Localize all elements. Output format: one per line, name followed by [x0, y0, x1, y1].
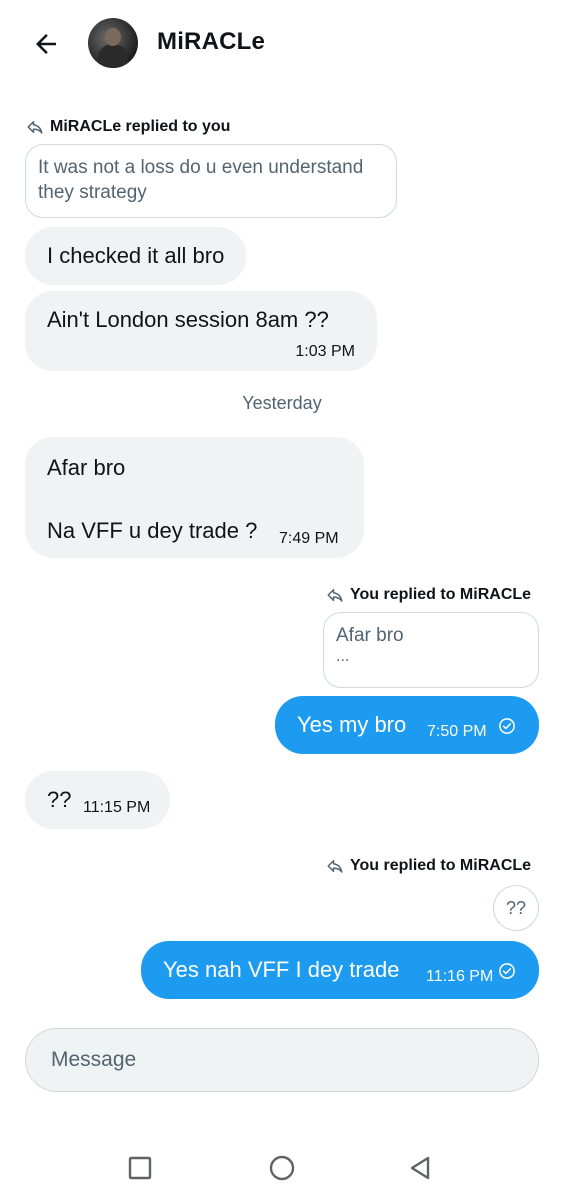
message-text: ??: [47, 787, 72, 812]
message-composer[interactable]: Message: [25, 1028, 539, 1092]
message-text-line-2: Na VFF u dey trade ?: [47, 518, 258, 543]
circle-icon: [269, 1155, 295, 1181]
avatar-face: [105, 28, 121, 46]
message-bubble-incoming[interactable]: Afar bro Na VFF u dey trade ? 7:49 PM: [25, 437, 364, 558]
message-time: 7:50 PM: [427, 723, 487, 740]
sent-check-icon: [499, 718, 515, 734]
message-time: 11:15 PM: [83, 799, 151, 816]
reply-indicator: You replied to MiRACLe: [326, 857, 531, 875]
reply-icon: [327, 860, 343, 873]
message-text: I checked it all bro: [47, 243, 225, 268]
triangle-back-icon: [410, 1156, 430, 1180]
reply-label-text: You replied to MiRACLe: [350, 857, 532, 874]
reply-indicator: You replied to MiRACLe: [326, 586, 531, 604]
message-bubble-outgoing[interactable]: Yes nah VFF I dey trade 11:16 PM: [141, 941, 539, 999]
quoted-message[interactable]: ??: [493, 885, 539, 931]
avatar-figure: [98, 44, 128, 68]
reply-icon: [327, 589, 343, 602]
reply-label-text: You replied to MiRACLe: [350, 586, 532, 603]
message-time: 7:49 PM: [279, 530, 339, 547]
reply-indicator: MiRACLe replied to you: [26, 118, 230, 136]
date-separator: Yesterday: [242, 393, 322, 413]
message-bubble-incoming[interactable]: ?? 11:15 PM: [25, 771, 170, 829]
reply-icon: [27, 121, 43, 134]
quoted-text-line-1: Afar bro: [336, 625, 404, 646]
message-bubble-outgoing[interactable]: Yes my bro 7:50 PM: [275, 696, 539, 754]
message-text: Yes my bro: [297, 712, 407, 737]
message-bubble-incoming[interactable]: I checked it all bro: [25, 227, 247, 285]
sent-check-icon: [499, 963, 515, 979]
home-button[interactable]: [262, 1148, 302, 1188]
back-button[interactable]: [26, 24, 66, 64]
square-icon: [128, 1156, 152, 1180]
chat-header: MiRACLe: [0, 0, 564, 88]
message-text: Yes nah VFF I dey trade: [163, 957, 400, 982]
reply-label-text: MiRACLe replied to you: [50, 118, 231, 135]
system-navigation-bar: [0, 1124, 564, 1200]
quoted-message[interactable]: Afar bro ...: [323, 612, 539, 688]
message-bubble-incoming[interactable]: Ain't London session 8am ?? 1:03 PM: [25, 291, 377, 371]
message-text: Ain't London session 8am ??: [47, 307, 329, 332]
message-text-line-1: Afar bro: [47, 455, 126, 480]
message-time: 11:16 PM: [426, 968, 494, 985]
quoted-message[interactable]: It was not a loss do u even understand t…: [25, 144, 397, 218]
message-input-placeholder[interactable]: Message: [51, 1048, 136, 1072]
arrow-left-icon: [36, 34, 56, 54]
avatar[interactable]: [88, 18, 138, 68]
system-back-button[interactable]: [400, 1148, 440, 1188]
contact-name[interactable]: MiRACLe: [157, 28, 265, 56]
recents-button[interactable]: [120, 1148, 160, 1188]
quoted-text-line-2: ...: [336, 648, 350, 665]
message-time: 1:03 PM: [295, 343, 355, 360]
